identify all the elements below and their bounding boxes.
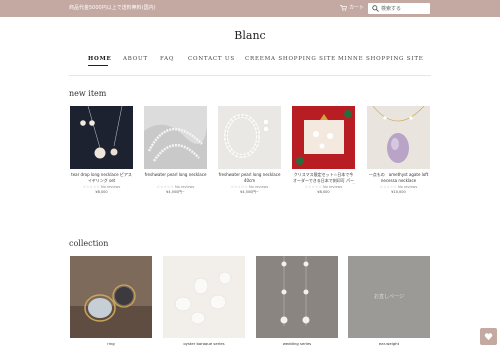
- product-rating: ☆☆☆☆☆ No reviews: [144, 185, 207, 189]
- collection-label[interactable]: ear-weight: [348, 341, 430, 346]
- header-divider: [69, 75, 431, 76]
- nav-item-faq[interactable]: FAQ: [160, 56, 174, 62]
- new-item-heading: new item: [69, 89, 107, 98]
- collection-label[interactable]: wedding series: [256, 341, 338, 346]
- collection-card[interactable]: ring: [70, 256, 152, 346]
- product-price: ¥10,000: [391, 190, 406, 194]
- rating-stars: ☆☆☆☆☆: [304, 185, 322, 189]
- collection-overlay-text: お直しページ: [374, 294, 404, 300]
- cart-label: カート: [349, 5, 365, 11]
- announcement-text: 商品代金5000円以上で送料無料(国内): [69, 5, 156, 11]
- collection-card[interactable]: oyster baroque series: [163, 256, 245, 346]
- nav-item-about[interactable]: ABOUT: [123, 56, 148, 62]
- product-price: ¥8,000: [317, 190, 330, 194]
- main-nav: HOME ABOUT FAQ CONTACT US CREEMA SHOPPIN…: [0, 56, 500, 66]
- rating-stars: ☆☆☆☆☆: [82, 185, 100, 189]
- nav-item-creema-shopping-site[interactable]: CREEMA SHOPPING SITE: [245, 56, 336, 62]
- product-title[interactable]: クリスマス限定セット☆日本で今オーダーできる日本で刻印可 パールイヤーカフ クリ…: [292, 172, 355, 184]
- cart-link[interactable]: カート: [340, 4, 364, 11]
- product-title[interactable]: freshwater pearl long necklace: [144, 172, 207, 184]
- rating-stars: ☆☆☆☆☆: [156, 185, 174, 189]
- product-image[interactable]: [218, 106, 281, 169]
- product-rating: ☆☆☆☆☆ No reviews: [292, 185, 355, 189]
- chat-heart-icon: [484, 333, 493, 341]
- product-card[interactable]: freshwater pearl long necklace 40cm ☆☆☆☆…: [218, 106, 281, 195]
- collection-heading: collection: [69, 239, 109, 248]
- product-rating: ☆☆☆☆☆ No reviews: [70, 185, 133, 189]
- nav-item-home[interactable]: HOME: [88, 56, 111, 62]
- product-price: ¥8,000: [95, 190, 108, 194]
- product-image[interactable]: [70, 106, 133, 169]
- product-title[interactable]: 一点もの amethyst agate loft necessa necklac…: [367, 172, 430, 184]
- collection-label[interactable]: oyster baroque series: [163, 341, 245, 346]
- collection-image[interactable]: お直しページ: [348, 256, 430, 338]
- product-price: ¥4,500円~: [240, 190, 259, 194]
- search-icon[interactable]: [372, 5, 379, 12]
- product-title[interactable]: tear drop long necklace ピアス イヤリング set: [70, 172, 133, 184]
- nav-item-contact-us[interactable]: CONTACT US: [188, 56, 235, 62]
- active-nav-underline: [88, 65, 108, 66]
- collection-image[interactable]: [256, 256, 338, 338]
- product-rating: ☆☆☆☆☆ No reviews: [367, 185, 430, 189]
- search-box[interactable]: [368, 3, 430, 14]
- product-card[interactable]: tear drop long necklace ピアス イヤリング set ☆☆…: [70, 106, 133, 194]
- product-rating: ☆☆☆☆☆ No reviews: [218, 185, 281, 189]
- search-input[interactable]: [381, 3, 429, 14]
- product-price: ¥4,500円~: [166, 190, 185, 194]
- product-image[interactable]: [292, 106, 355, 169]
- collection-card[interactable]: wedding series: [256, 256, 338, 346]
- collection-image[interactable]: [70, 256, 152, 338]
- product-card[interactable]: freshwater pearl long necklace ☆☆☆☆☆ No …: [144, 106, 207, 195]
- review-count: No reviews: [101, 185, 121, 189]
- rating-stars: ☆☆☆☆☆: [379, 185, 397, 189]
- product-title[interactable]: freshwater pearl long necklace 40cm: [218, 172, 281, 184]
- announcement-bar: 商品代金5000円以上で送料無料(国内) カート: [0, 0, 500, 17]
- chat-button[interactable]: [480, 328, 497, 345]
- collection-label[interactable]: ring: [70, 341, 152, 346]
- rating-stars: ☆☆☆☆☆: [230, 185, 248, 189]
- cart-icon: [340, 4, 347, 11]
- product-card[interactable]: 一点もの amethyst agate loft necessa necklac…: [367, 106, 430, 194]
- product-image[interactable]: [144, 106, 207, 169]
- product-image[interactable]: [367, 106, 430, 169]
- review-count: No reviews: [398, 185, 418, 189]
- product-card[interactable]: クリスマス限定セット☆日本で今オーダーできる日本で刻印可 パールイヤーカフ クリ…: [292, 106, 355, 194]
- review-count: No reviews: [323, 185, 343, 189]
- collection-card[interactable]: お直しページ ear-weight: [348, 256, 430, 346]
- collection-image[interactable]: [163, 256, 245, 338]
- site-logo[interactable]: Blanc: [0, 29, 500, 42]
- review-count: No reviews: [175, 185, 195, 189]
- review-count: No reviews: [249, 185, 269, 189]
- nav-item-minne-shopping-site[interactable]: MINNE SHOPPING SITE: [338, 56, 424, 62]
